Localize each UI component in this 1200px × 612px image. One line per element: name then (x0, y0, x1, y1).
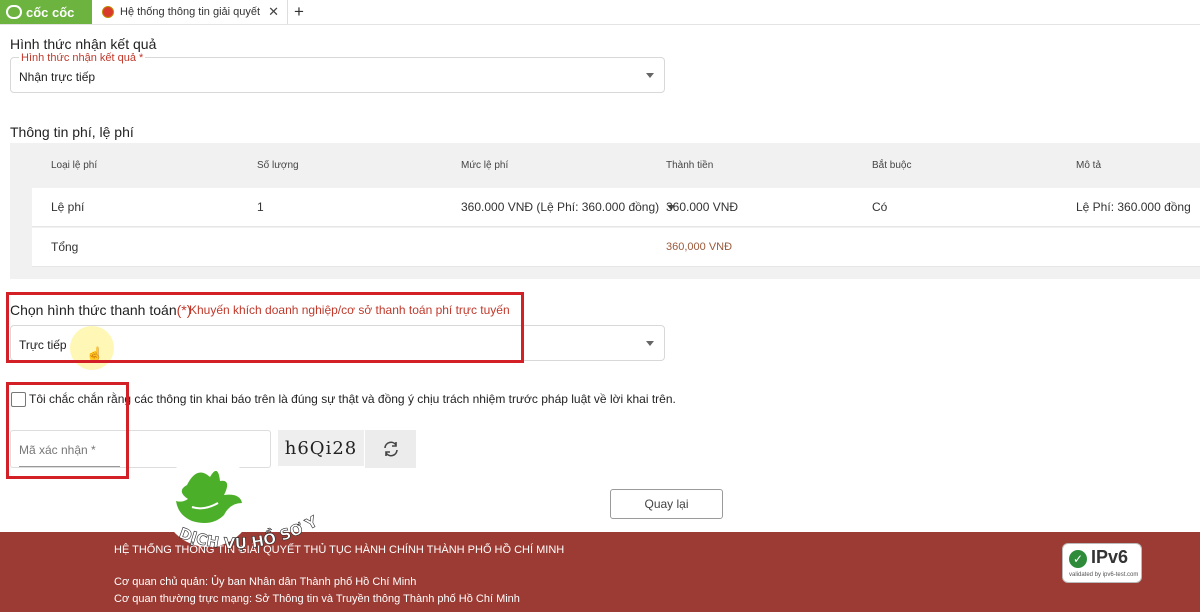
refresh-captcha-button[interactable] (365, 430, 416, 468)
result-method-select[interactable]: Hình thức nhận kết quả * Nhận trực tiếp (10, 52, 665, 93)
refresh-icon (383, 441, 398, 457)
header-fee-type: Loại lệ phí (51, 159, 98, 171)
emblem-favicon-icon (102, 6, 114, 18)
header-quantity: Số lượng (257, 159, 299, 171)
fee-rate-select[interactable]: 360.000 VNĐ (Lệ Phí: 360.000 đồng) (461, 188, 676, 226)
fee-rate-value: 360.000 VNĐ (Lệ Phí: 360.000 đồng) (461, 200, 660, 214)
total-value: 360,000 VNĐ (666, 241, 733, 253)
fee-info-title: Thông tin phí, lệ phí (10, 124, 134, 140)
coccoc-brand[interactable]: cốc cốc (0, 0, 92, 24)
footer-managing-agency: Cơ quan chủ quản: Ủy ban Nhân dân Thành … (114, 576, 417, 588)
header-fee-rate: Mức lệ phí (461, 159, 509, 171)
header-required: Bắt buộc (872, 159, 912, 171)
cell-required: Có (872, 200, 888, 214)
dove-logo-icon: DỊCH VỤ HỒ SƠ Y DƯỢC (92, 455, 325, 553)
tab-title: Hệ thống thông tin giải quyết thủ tục (120, 6, 262, 18)
table-row-total: Tổng 360,000 VNĐ (32, 228, 1200, 267)
browser-tab-bar: cốc cốc Hệ thống thông tin giải quyết th… (0, 0, 1200, 25)
result-method-title: Hình thức nhận kết quả (10, 36, 157, 52)
cell-quantity: 1 (257, 200, 264, 214)
fee-table-header: Loại lệ phí Số lượng Mức lệ phí Thành ti… (32, 143, 1200, 187)
cell-fee-type: Lệ phí (51, 200, 85, 214)
coccoc-logo-icon (6, 5, 22, 19)
cell-amount: 360.000 VNĐ (666, 200, 739, 214)
back-button[interactable]: Quay lại (610, 489, 723, 519)
fee-table: Loại lệ phí Số lượng Mức lệ phí Thành ti… (32, 143, 1200, 269)
chevron-down-icon (646, 341, 654, 346)
close-tab-icon[interactable]: ✕ (268, 4, 279, 20)
chevron-down-icon (646, 73, 654, 78)
header-amount: Thành tiền (666, 159, 714, 171)
ipv6-badge[interactable]: ✓ IPv6 validated by ipv6-test.com (1062, 543, 1142, 583)
result-method-label: Hình thức nhận kết quả * (19, 52, 146, 64)
new-tab-button[interactable]: + (294, 1, 304, 23)
ipv6-label: IPv6 (1091, 547, 1129, 567)
header-description: Mô tả (1076, 159, 1102, 171)
watermark-logo: DỊCH VỤ HỒ SƠ Y DƯỢC (92, 455, 332, 575)
check-icon: ✓ (1069, 550, 1087, 568)
cell-description: Lệ Phí: 360.000 đồng (1076, 200, 1191, 214)
browser-tab-active[interactable]: Hệ thống thông tin giải quyết thủ tục ✕ (94, 0, 288, 24)
footer-operating-agency: Cơ quan thường trực mạng: Sở Thông tin v… (114, 593, 520, 605)
ipv6-sub: validated by ipv6-test.com (1069, 572, 1139, 578)
highlight-box-payment (6, 292, 524, 363)
table-row: Lệ phí 1 360.000 VNĐ (Lệ Phí: 360.000 đồ… (32, 188, 1200, 227)
result-method-value: Nhận trực tiếp (19, 70, 96, 84)
total-label: Tổng (51, 240, 79, 254)
brand-label: cốc cốc (26, 4, 75, 20)
